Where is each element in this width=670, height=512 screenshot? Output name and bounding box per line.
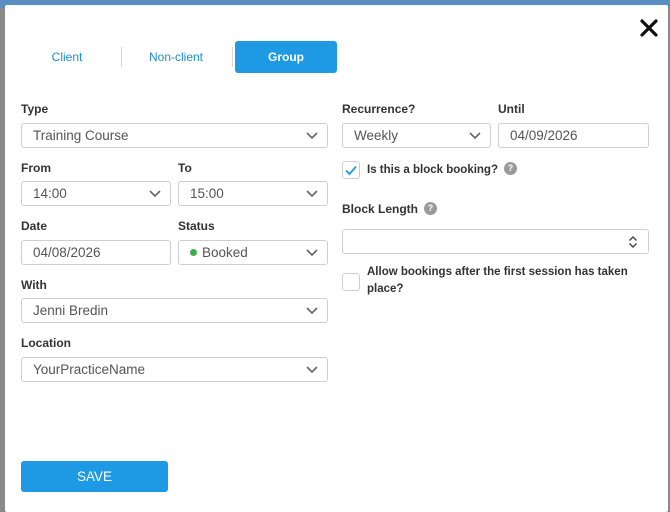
to-time-select[interactable]: 15:00 (178, 181, 328, 206)
block-length-label: Block Length? (342, 202, 438, 216)
chevron-down-icon (306, 307, 318, 315)
save-button[interactable]: SAVE (21, 461, 168, 492)
block-booking-label: Is this a block booking?? (367, 162, 517, 179)
tab-divider (121, 47, 122, 67)
from-label: From (21, 161, 51, 175)
date-value: 04/08/2026 (33, 245, 101, 260)
chevron-down-icon (306, 190, 318, 198)
tab-client[interactable]: Client (25, 41, 109, 73)
group-booking-modal: Client Non-client Group Type Training Co… (5, 5, 668, 512)
date-input[interactable]: 04/08/2026 (21, 240, 171, 265)
chevron-down-icon (469, 132, 481, 140)
location-label: Location (21, 336, 71, 350)
recurrence-select[interactable]: Weekly (342, 123, 491, 148)
status-value: Booked (202, 245, 248, 260)
date-label: Date (21, 219, 48, 233)
status-dot (190, 248, 197, 256)
from-time-select[interactable]: 14:00 (21, 181, 171, 206)
status-label: Status (178, 219, 215, 233)
until-label: Until (498, 102, 525, 116)
recurrence-label: Recurrence? (342, 102, 416, 116)
chevron-down-icon (306, 132, 318, 140)
tab-non-client[interactable]: Non-client (133, 41, 219, 73)
allow-after-first-checkbox[interactable] (342, 273, 360, 291)
tab-group[interactable]: Group (235, 41, 337, 73)
type-value: Training Course (33, 128, 129, 143)
until-value: 04/09/2026 (510, 128, 578, 143)
checkmark-icon (345, 165, 357, 176)
with-select[interactable]: Jenni Bredin (21, 298, 328, 323)
location-value: YourPracticeName (33, 362, 146, 377)
type-select[interactable]: Training Course (21, 123, 328, 148)
block-booking-checkbox[interactable] (342, 161, 360, 179)
to-label: To (178, 161, 192, 175)
spinner-arrows-icon[interactable] (628, 235, 638, 249)
location-select[interactable]: YourPracticeName (21, 357, 328, 382)
chevron-down-icon (306, 366, 318, 374)
with-label: With (21, 278, 47, 292)
until-date-input[interactable]: 04/09/2026 (498, 123, 649, 148)
allow-after-first-label: Allow bookings after the first session h… (367, 266, 628, 295)
type-label: Type (21, 102, 49, 116)
status-select[interactable]: Booked (178, 240, 328, 265)
close-icon[interactable] (638, 17, 660, 39)
help-icon[interactable]: ? (504, 162, 517, 176)
block-length-input[interactable] (342, 229, 649, 254)
with-value: Jenni Bredin (33, 303, 109, 318)
help-icon[interactable]: ? (424, 202, 438, 216)
chevron-down-icon (149, 190, 161, 198)
tab-divider (232, 47, 233, 67)
chevron-down-icon (306, 249, 318, 257)
